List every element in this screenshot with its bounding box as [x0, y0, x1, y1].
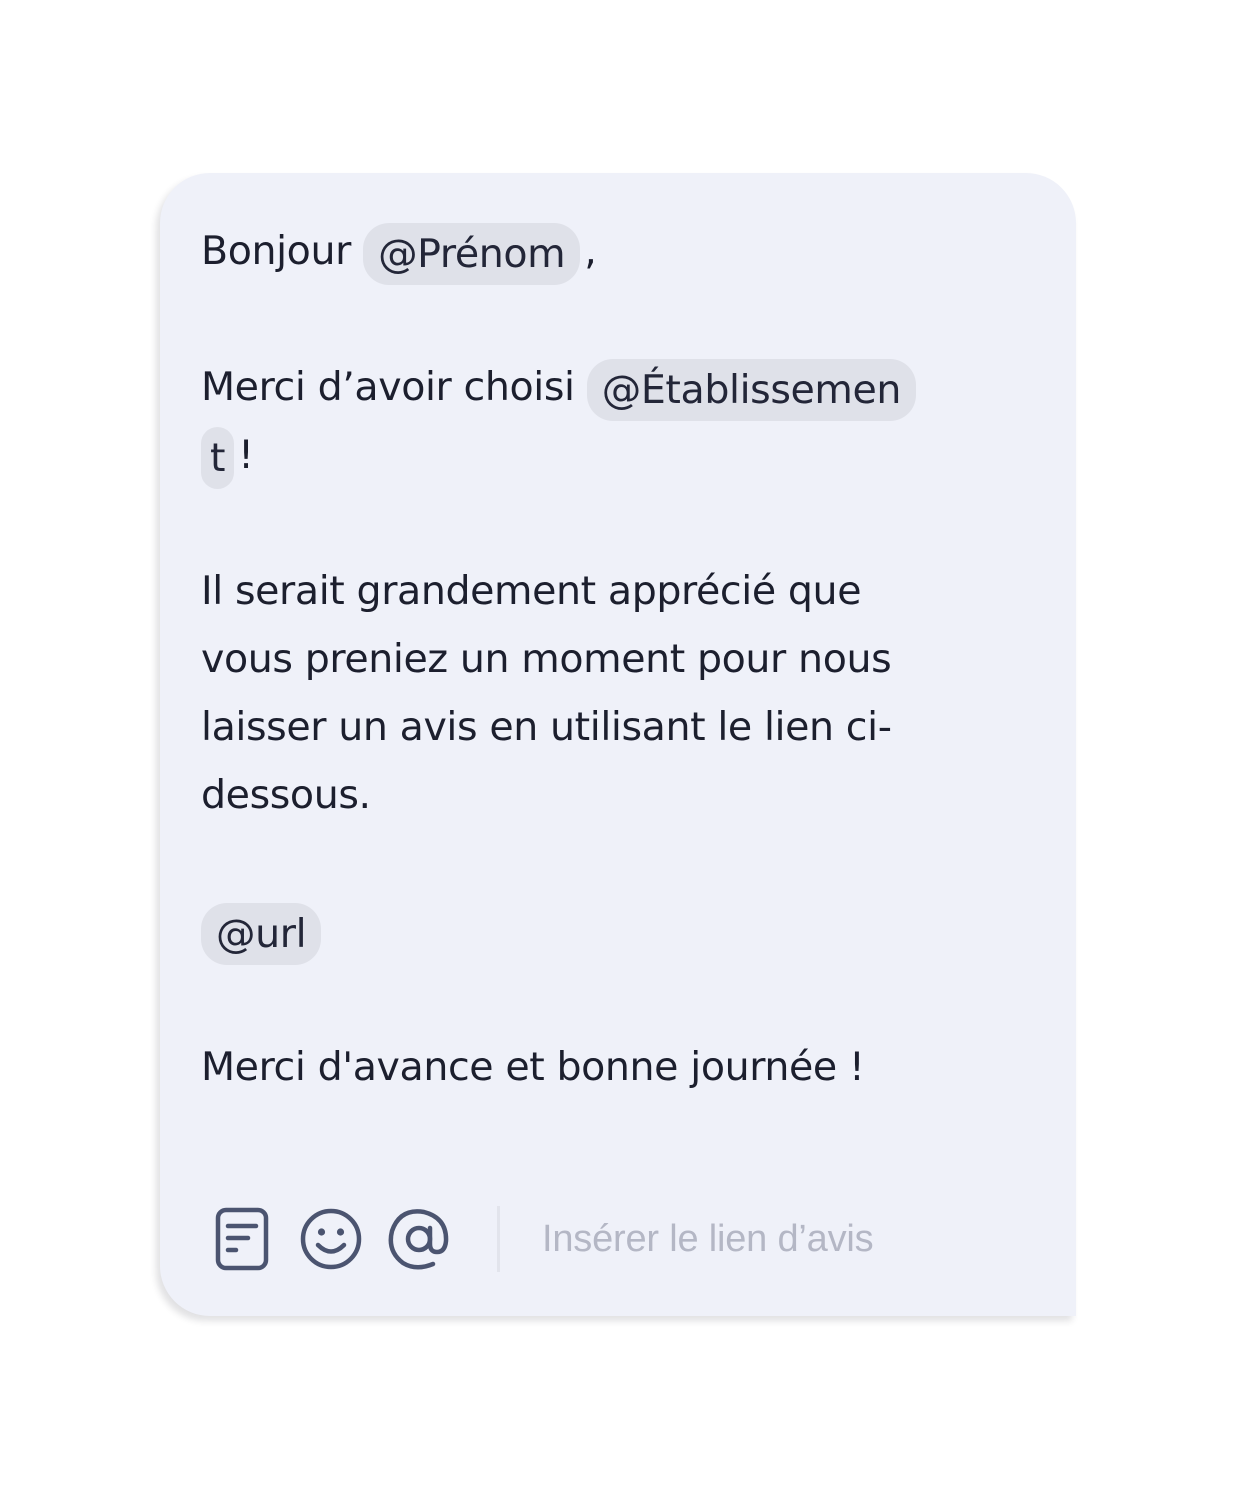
thanks-line: Merci d’avoir choisi @Établissemen: [201, 353, 1031, 421]
emoji-icon: [300, 1208, 362, 1270]
establishment-mention-tag[interactable]: @Établissemen: [586, 358, 917, 421]
url-line: @url: [201, 897, 1031, 965]
establishment-mention-tag-continued[interactable]: t: [201, 426, 235, 489]
insert-review-link-button[interactable]: Insérer le lien d’avis: [542, 1218, 874, 1261]
message-editor-card: Bonjour @Prénom, Merci d’avoir choisi @É…: [160, 173, 1076, 1316]
thanks-text: Merci d’avoir choisi: [201, 364, 575, 410]
template-icon: [215, 1207, 269, 1271]
message-editor[interactable]: Bonjour @Prénom, Merci d’avoir choisi @É…: [201, 217, 1031, 1101]
thanks-punctuation: !: [238, 432, 254, 478]
editor-toolbar: Insérer le lien d’avis: [207, 1201, 874, 1277]
closing-line: Merci d'avance et bonne journée !: [201, 1044, 865, 1090]
emoji-button[interactable]: [295, 1203, 367, 1275]
toolbar-divider: [497, 1206, 500, 1272]
firstname-mention-tag[interactable]: @Prénom: [363, 222, 581, 285]
request-line: Il serait grandement apprécié que: [201, 568, 862, 614]
template-button[interactable]: [207, 1203, 279, 1275]
greeting-line: Bonjour @Prénom,: [201, 217, 1031, 285]
greeting-punctuation: ,: [584, 228, 597, 274]
thanks-line-continued: t!: [201, 421, 1031, 489]
request-line: dessous.: [201, 772, 371, 818]
mention-button[interactable]: [383, 1203, 455, 1275]
request-line: laisser un avis en utilisant le lien ci-: [201, 704, 892, 750]
request-line: vous preniez un moment pour nous: [201, 636, 892, 682]
greeting-text: Bonjour: [201, 228, 351, 274]
url-mention-tag[interactable]: @url: [201, 902, 322, 965]
mention-icon: [388, 1209, 449, 1270]
